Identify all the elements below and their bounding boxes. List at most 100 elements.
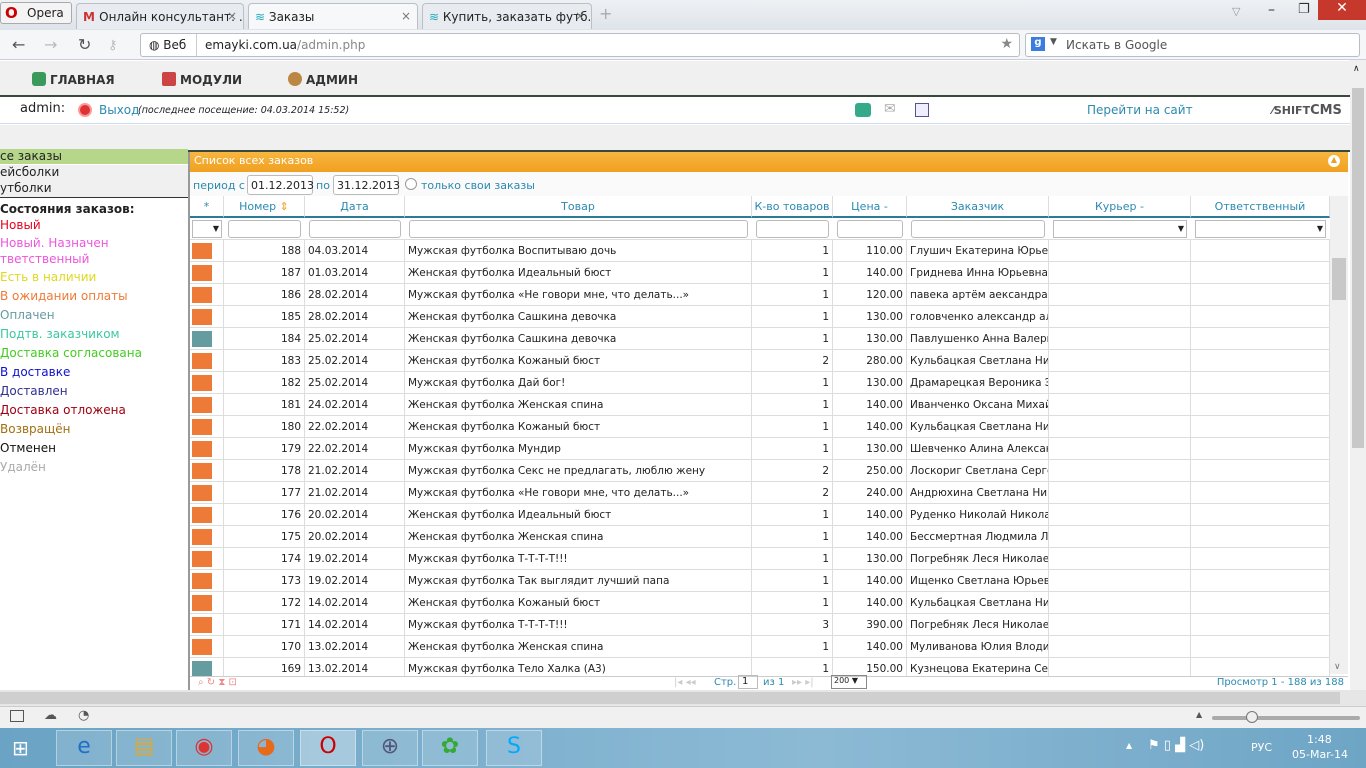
page-vertical-scrollbar[interactable]: ∧ — [1350, 60, 1366, 690]
status-swatch[interactable] — [192, 617, 212, 633]
close-window-icon[interactable]: ✕ — [1318, 0, 1366, 20]
table-row[interactable]: 171 14.02.2014 Мужская футболка Т-Т-Т-Т!!!… — [190, 614, 1330, 636]
cloud-icon[interactable]: ☁ — [44, 708, 57, 723]
filter-select-8[interactable]: ▼ — [1195, 220, 1326, 238]
zoom-slider-handle[interactable] — [1246, 711, 1258, 723]
status-swatch[interactable] — [192, 265, 212, 281]
close-icon[interactable]: × — [575, 9, 585, 23]
status-swatch[interactable] — [192, 661, 212, 677]
status-swatch[interactable] — [192, 243, 212, 259]
order-state-0[interactable]: Новый — [0, 218, 41, 232]
order-state-12[interactable]: Отменен — [0, 441, 56, 455]
table-row[interactable]: 175 20.02.2014 Женская футболка Женская сп… — [190, 526, 1330, 548]
status-swatch[interactable] — [192, 573, 212, 589]
tray-expand-icon[interactable]: ▲ — [1126, 741, 1132, 750]
table-row[interactable]: 182 25.02.2014 Мужская футболка Дай бог! 1 1… — [190, 372, 1330, 394]
order-state-10[interactable]: Доставка отложена — [0, 403, 126, 417]
status-swatch[interactable] — [192, 375, 212, 391]
language-indicator[interactable]: РУС — [1251, 741, 1272, 754]
order-state-1[interactable]: Новый. Назначен — [0, 236, 109, 250]
column-header-2[interactable]: Дата — [305, 196, 405, 218]
table-row[interactable]: 184 25.02.2014 Женская футболка Сашкина де… — [190, 328, 1330, 350]
safari-icon[interactable]: ⊕ — [362, 730, 418, 766]
sort-icon[interactable]: ⇕ — [276, 200, 289, 213]
filter-input-4[interactable] — [756, 220, 829, 238]
column-header-1[interactable]: Номер ⇕ — [224, 196, 305, 218]
ie-icon[interactable]: e — [56, 730, 112, 766]
status-swatch[interactable] — [192, 441, 212, 457]
status-swatch[interactable] — [192, 397, 212, 413]
table-row[interactable]: 176 20.02.2014 Женская футболка Идеальный … — [190, 504, 1330, 526]
url-text[interactable]: emayki.com.ua/admin.php — [205, 38, 365, 52]
order-state-9[interactable]: Доставлен — [0, 384, 68, 398]
collapse-icon[interactable]: ▲ — [1328, 155, 1340, 167]
filter-input-6[interactable] — [911, 220, 1045, 238]
opera-icon[interactable]: O — [300, 730, 356, 766]
web-badge[interactable]: ◍ Веб — [141, 34, 197, 56]
status-swatch[interactable] — [192, 595, 212, 611]
scroll-up-icon[interactable]: ∧ — [1353, 64, 1360, 74]
skype-icon[interactable]: S — [486, 730, 542, 766]
icq-icon[interactable]: ✿ — [422, 730, 478, 766]
menu-item-admin[interactable]: АДМИН — [288, 72, 358, 87]
address-bar[interactable]: ◍ Веб emayki.com.ua/admin.php ★ — [140, 33, 1020, 57]
column-header-4[interactable]: К-во товаров — [752, 196, 833, 218]
table-row[interactable]: 186 28.02.2014 Мужская футболка «Не говори… — [190, 284, 1330, 306]
filter-select-0[interactable]: ▼ — [192, 220, 222, 238]
order-state-4[interactable]: В ожидании оплаты — [0, 289, 128, 303]
clock-time[interactable]: 1:48 — [1307, 733, 1332, 746]
table-row[interactable]: 180 22.02.2014 Женская футболка Кожаный бю… — [190, 416, 1330, 438]
speed-dial-icon[interactable]: ◔ — [78, 708, 89, 723]
order-state-11[interactable]: Возвращён — [0, 422, 71, 436]
column-header-5[interactable]: Цена - — [833, 196, 907, 218]
grid-vertical-scrollbar[interactable]: ∨ — [1330, 196, 1348, 674]
table-row[interactable]: 179 22.02.2014 Мужская футболка Мундир 1 130… — [190, 438, 1330, 460]
table-row[interactable]: 183 25.02.2014 Женская футболка Кожаный бю… — [190, 350, 1330, 372]
tab-menu-icon[interactable]: ▽ — [1232, 5, 1240, 18]
status-swatch[interactable] — [192, 507, 212, 523]
clock-date[interactable]: 05-Mar-14 — [1292, 748, 1348, 761]
column-header-8[interactable]: Ответственный — [1191, 196, 1330, 218]
menu-item-main[interactable]: ГЛАВНАЯ — [32, 72, 115, 87]
windows-start-icon[interactable]: ⊞ — [12, 736, 29, 760]
back-icon[interactable]: ← — [12, 35, 25, 54]
filter-input-5[interactable] — [837, 220, 903, 238]
table-row[interactable]: 185 28.02.2014 Женская футболка Сашкина де… — [190, 306, 1330, 328]
status-swatch[interactable] — [192, 551, 212, 567]
table-row[interactable]: 174 19.02.2014 Мужская футболка Т-Т-Т-Т!!!… — [190, 548, 1330, 570]
status-swatch[interactable] — [192, 287, 212, 303]
explorer-folder-icon[interactable]: ▤ — [116, 730, 172, 766]
column-header-6[interactable]: Заказчик — [907, 196, 1049, 218]
chevron-down-icon[interactable]: ▼ — [1050, 37, 1057, 47]
table-row[interactable]: 172 14.02.2014 Женская футболка Кожаный бю… — [190, 592, 1330, 614]
panel-toggle-icon[interactable] — [10, 710, 24, 722]
sidebar-item-caps[interactable]: ейсболки — [0, 165, 188, 181]
logout-icon[interactable] — [78, 103, 92, 117]
column-header-7[interactable]: Курьер - — [1049, 196, 1191, 218]
status-swatch[interactable] — [192, 419, 212, 435]
period-to-input[interactable]: 31.12.2013 — [333, 175, 400, 195]
filter-input-3[interactable] — [409, 220, 748, 238]
order-state-6[interactable]: Подтв. заказчиком — [0, 327, 120, 341]
table-row[interactable]: 178 21.02.2014 Мужская футболка Секс не пр… — [190, 460, 1330, 482]
logout-link[interactable]: Выход — [99, 103, 139, 117]
site-globe-icon[interactable] — [855, 103, 871, 117]
order-state-7[interactable]: Доставка согласована — [0, 346, 142, 360]
status-swatch[interactable] — [192, 463, 212, 479]
filter-select-7[interactable]: ▼ — [1053, 220, 1187, 238]
zoom-slider[interactable] — [1212, 711, 1360, 723]
close-icon[interactable]: × — [227, 9, 237, 23]
tray-icons[interactable]: ⚑ ▯ ▟ ◁) — [1148, 738, 1204, 753]
calendar-icon[interactable] — [915, 103, 929, 117]
search-icon[interactable]: ⌕ ↻ ⧗ ⊡ — [198, 677, 237, 688]
order-state-13[interactable]: Удалён — [0, 460, 46, 474]
scroll-thumb[interactable] — [1332, 258, 1346, 300]
order-state-3[interactable]: Есть в наличии — [0, 270, 96, 284]
scroll-thumb[interactable] — [0, 692, 1340, 704]
reload-icon[interactable]: ↻ — [78, 35, 91, 54]
opera-menu-button[interactable]: O Opera — [0, 2, 72, 24]
menu-item-modules[interactable]: МОДУЛИ — [162, 72, 242, 87]
scroll-thumb[interactable] — [1352, 88, 1364, 448]
bookmark-star-icon[interactable]: ★ — [1000, 36, 1013, 52]
table-row[interactable]: 173 19.02.2014 Мужская футболка Так выгляд… — [190, 570, 1330, 592]
